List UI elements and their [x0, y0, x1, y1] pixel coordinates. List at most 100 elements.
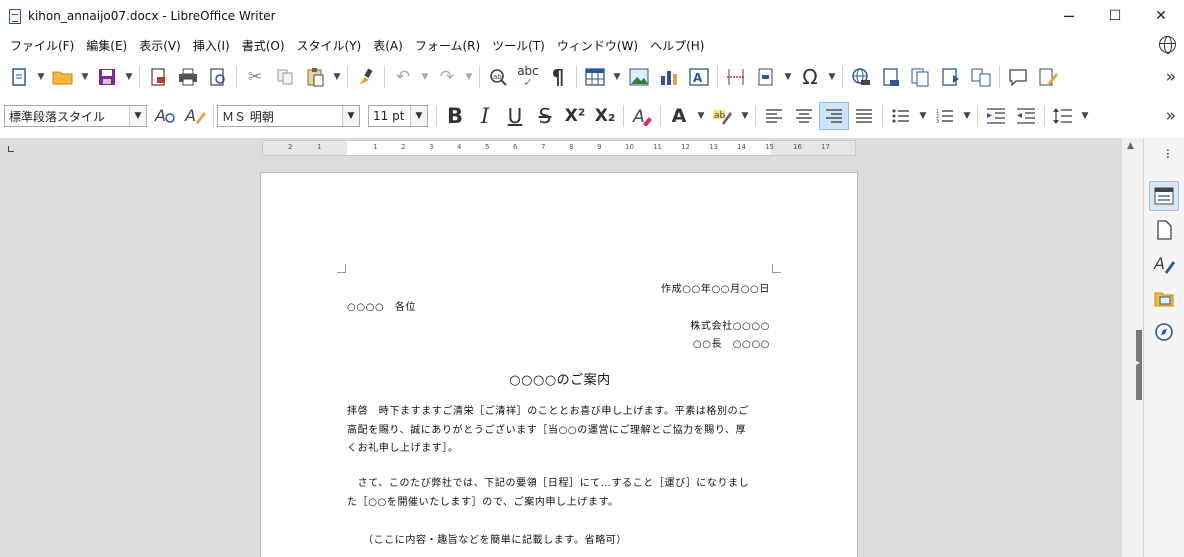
sender-line[interactable]: ○○長 ○○○○	[693, 335, 770, 350]
subscript-button[interactable]: X₂	[590, 102, 620, 130]
announcement-paragraph[interactable]: さて、このたび弊社では、下記の要領［日程］にて…すること［運び］になりまし た［…	[347, 475, 777, 512]
paste-icon[interactable]	[300, 63, 330, 91]
table-dropdown-icon[interactable]: ▼	[610, 63, 624, 91]
recipient-line[interactable]: ○○○○ 各位	[347, 298, 416, 313]
redo-dropdown-icon[interactable]: ▼	[462, 63, 476, 91]
menu-edit[interactable]: 編集(E)	[80, 37, 133, 54]
properties-icon[interactable]	[1149, 181, 1179, 211]
hyperlink-icon[interactable]	[846, 63, 876, 91]
document-title[interactable]: ○○○○のご案内	[261, 369, 859, 388]
sidebar-collapse-handle[interactable]	[1136, 330, 1142, 400]
tab-stop-selector[interactable]	[8, 146, 14, 152]
insert-comment-icon[interactable]	[1003, 63, 1033, 91]
bold-button[interactable]: B	[440, 102, 470, 130]
menu-window[interactable]: ウィンドウ(W)	[551, 37, 644, 54]
menu-tools[interactable]: ツール(T)	[486, 37, 551, 54]
print-preview-icon[interactable]	[203, 63, 233, 91]
highlight-dropdown-icon[interactable]: ▼	[738, 102, 752, 130]
print-icon[interactable]	[173, 63, 203, 91]
numbered-dropdown-icon[interactable]: ▼	[960, 102, 974, 130]
special-character-icon[interactable]: Ω	[795, 63, 825, 91]
date-line[interactable]: 作成○○年○○月○○日	[661, 280, 770, 295]
clear-formatting-icon[interactable]: A	[627, 102, 657, 130]
open-dropdown-icon[interactable]: ▼	[78, 63, 92, 91]
insert-image-icon[interactable]	[624, 63, 654, 91]
scroll-up-icon[interactable]: ▲	[1127, 141, 1134, 151]
insert-field-icon[interactable]	[751, 63, 781, 91]
open-folder-icon[interactable]	[48, 63, 78, 91]
clone-formatting-icon[interactable]	[351, 63, 381, 91]
maximize-button[interactable]: ☐	[1092, 0, 1138, 32]
formatting-marks-icon[interactable]: ¶	[543, 63, 573, 91]
endnote-icon[interactable]	[906, 63, 936, 91]
greeting-paragraph[interactable]: 拝啓 時下ますますご清栄［ご清祥］のこととお喜び申し上げます。平素は格別のご 高…	[347, 403, 777, 459]
save-dropdown-icon[interactable]: ▼	[122, 63, 136, 91]
chevron-down-icon[interactable]: ▼	[129, 106, 146, 126]
menu-styles[interactable]: スタイル(Y)	[291, 37, 368, 54]
menu-insert[interactable]: 挿入(I)	[187, 37, 236, 54]
undo-icon[interactable]: ↶	[388, 63, 418, 91]
font-size-combo[interactable]: 11 pt ▼	[368, 105, 428, 127]
font-color-button[interactable]: A	[664, 102, 694, 130]
bullet-list-icon[interactable]	[886, 102, 916, 130]
spellcheck-icon[interactable]: abc ✓	[513, 63, 543, 91]
align-center-icon[interactable]	[789, 102, 819, 130]
page-icon[interactable]	[1149, 215, 1179, 245]
chevron-down-icon[interactable]: ▼	[410, 106, 427, 126]
font-color-dropdown-icon[interactable]: ▼	[694, 102, 708, 130]
font-name-combo[interactable]: ＭＳ 明朝 ▼	[217, 105, 360, 127]
navigator-icon[interactable]	[1149, 317, 1179, 347]
menu-view[interactable]: 表示(V)	[133, 37, 187, 54]
find-replace-icon[interactable]: ab	[483, 63, 513, 91]
track-changes-icon[interactable]	[1033, 63, 1063, 91]
align-right-icon[interactable]	[819, 102, 849, 130]
minimize-button[interactable]: ─	[1046, 0, 1092, 32]
chevron-down-icon[interactable]: ▼	[342, 106, 359, 126]
cross-reference-icon[interactable]	[966, 63, 996, 91]
update-style-icon[interactable]: A	[150, 102, 180, 130]
new-dropdown-icon[interactable]: ▼	[34, 63, 48, 91]
menu-file[interactable]: ファイル(F)	[4, 37, 80, 54]
new-document-icon[interactable]	[4, 63, 34, 91]
paragraph-style-combo[interactable]: 標準段落スタイル ▼	[4, 105, 147, 127]
gallery-icon[interactable]	[1149, 283, 1179, 313]
undo-dropdown-icon[interactable]: ▼	[418, 63, 432, 91]
paste-dropdown-icon[interactable]: ▼	[330, 63, 344, 91]
align-left-icon[interactable]	[759, 102, 789, 130]
toolbar-more-icon[interactable]: »	[1166, 106, 1176, 126]
cut-icon[interactable]: ✂	[240, 63, 270, 91]
bookmark-icon[interactable]	[936, 63, 966, 91]
toolbar-more-icon[interactable]: »	[1166, 67, 1176, 87]
save-icon[interactable]	[92, 63, 122, 91]
menu-form[interactable]: フォーム(R)	[409, 37, 486, 54]
field-dropdown-icon[interactable]: ▼	[781, 63, 795, 91]
redo-icon[interactable]: ↷	[432, 63, 462, 91]
menu-table[interactable]: 表(A)	[367, 37, 409, 54]
insert-table-icon[interactable]	[580, 63, 610, 91]
strikethrough-button[interactable]: S	[530, 102, 560, 130]
document-page[interactable]: 作成○○年○○月○○日 ○○○○ 各位 株式会社○○○○ ○○長 ○○○○ ○○…	[260, 172, 858, 557]
new-style-icon[interactable]: A	[180, 102, 210, 130]
highlight-color-icon[interactable]: ab	[708, 102, 738, 130]
superscript-button[interactable]: X²	[560, 102, 590, 130]
underline-button[interactable]: U	[500, 102, 530, 130]
company-line[interactable]: 株式会社○○○○	[690, 317, 770, 332]
insert-textbox-icon[interactable]: A	[684, 63, 714, 91]
bullet-dropdown-icon[interactable]: ▼	[916, 102, 930, 130]
page-break-icon[interactable]	[721, 63, 751, 91]
styles-icon[interactable]: A	[1149, 249, 1179, 279]
sidebar-menu-icon[interactable]: ···	[1159, 148, 1175, 158]
menu-format[interactable]: 書式(O)	[236, 37, 291, 54]
special-char-dropdown-icon[interactable]: ▼	[825, 63, 839, 91]
globe-icon[interactable]	[1159, 36, 1176, 54]
content-note[interactable]: （ここに内容・趣旨などを簡単に記載します。省略可）	[363, 531, 627, 546]
justify-icon[interactable]	[849, 102, 879, 130]
footnote-icon[interactable]	[876, 63, 906, 91]
increase-indent-icon[interactable]	[981, 102, 1011, 130]
italic-button[interactable]: I	[470, 102, 500, 130]
menu-help[interactable]: ヘルプ(H)	[644, 37, 710, 54]
copy-icon[interactable]	[270, 63, 300, 91]
line-spacing-dropdown-icon[interactable]: ▼	[1078, 102, 1092, 130]
insert-chart-icon[interactable]	[654, 63, 684, 91]
numbered-list-icon[interactable]: 123	[930, 102, 960, 130]
